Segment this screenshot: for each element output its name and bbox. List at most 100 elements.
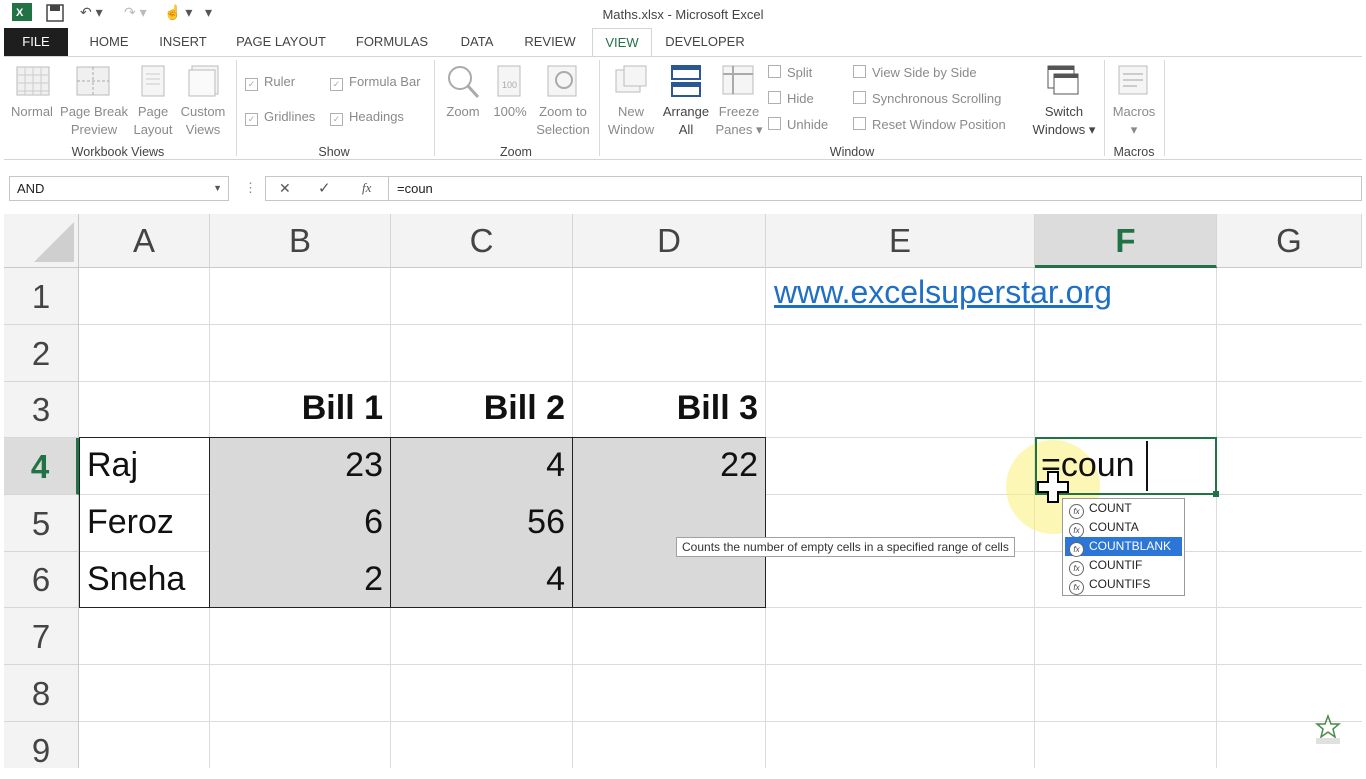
group-macros: Macros (1113, 145, 1155, 159)
title-bar: X ↶ ▾ ↷ ▾ ☝ ▾ ▾ Maths.xlsx - Microsoft E… (0, 0, 1366, 28)
formula-bar-checkbox[interactable]: ✓ Formula Bar (330, 73, 421, 91)
ruler-checkbox[interactable]: ✓ Ruler (245, 73, 295, 91)
group-window: Window (829, 145, 875, 159)
chevron-down-icon[interactable]: ▼ (213, 177, 222, 200)
formula-divider (388, 176, 389, 201)
tab-view[interactable]: VIEW (592, 28, 652, 57)
select-all-corner[interactable] (4, 214, 79, 268)
row-header-3[interactable]: 3 (4, 382, 79, 438)
column-header-a[interactable]: A (79, 214, 210, 268)
more-options-icon[interactable]: ⋮ (244, 180, 257, 196)
macros-icon (1118, 65, 1148, 95)
unhide-button[interactable]: Unhide (768, 116, 828, 134)
arrange-all-icon (671, 65, 701, 97)
row-header-4[interactable]: 4 (4, 438, 79, 495)
tab-home[interactable]: HOME (80, 28, 138, 56)
value-cell[interactable]: 23 (210, 446, 391, 485)
autocomplete-item[interactable]: fx COUNTIF (1065, 556, 1182, 576)
column-header-g[interactable]: G (1217, 214, 1362, 268)
hyperlink-cell[interactable]: www.excelsuperstar.org (766, 274, 1120, 311)
insert-function-icon[interactable]: fx (362, 180, 371, 196)
split-button[interactable]: Split (768, 64, 812, 82)
window-title: Maths.xlsx - Microsoft Excel (602, 7, 764, 22)
reset-window-position-button[interactable]: Reset Window Position (853, 116, 1006, 134)
gridlines-checkbox[interactable]: ✓ Gridlines (245, 108, 315, 126)
gridline (79, 664, 1362, 665)
value-cell[interactable]: 56 (391, 503, 573, 542)
gridline (79, 324, 1362, 325)
zoom-to-selection-button[interactable]: Zoom to Selection (532, 103, 594, 139)
column-header-c[interactable]: C (391, 214, 573, 268)
fill-handle[interactable] (1213, 491, 1219, 497)
formula-input[interactable]: =coun (397, 181, 433, 196)
tab-developer[interactable]: DEVELOPER (660, 28, 750, 56)
headings-checkbox[interactable]: ✓ Headings (330, 108, 404, 126)
row-header-8[interactable]: 8 (4, 665, 79, 722)
header-cell-bill-3[interactable]: Bill 3 (573, 389, 766, 428)
synchronous-scrolling-button[interactable]: Synchronous Scrolling (853, 90, 1001, 108)
autocomplete-item[interactable]: fx COUNTA (1065, 518, 1182, 538)
hide-icon (768, 91, 781, 104)
custom-views-button[interactable]: Custom Views (176, 103, 230, 139)
new-window-button[interactable]: New Window (604, 103, 658, 139)
tab-data[interactable]: DATA (450, 28, 504, 56)
autocomplete-item[interactable]: fx COUNT (1065, 499, 1182, 519)
view-side-by-side-button[interactable]: View Side by Side (853, 64, 977, 82)
zoom-100-icon: 100 (497, 65, 521, 97)
function-icon: fx (1069, 504, 1084, 519)
page-layout-button[interactable]: Page Layout (132, 103, 174, 139)
zoom-button[interactable]: Zoom (440, 103, 486, 121)
normal-view-icon (16, 66, 50, 96)
value-cell[interactable]: 2 (210, 560, 391, 599)
zoom-100-button[interactable]: 100% (490, 103, 530, 121)
name-cell[interactable]: Sneha (79, 560, 210, 599)
formula-input-area[interactable]: ✕ ✓ fx =coun (265, 176, 1362, 201)
row-header-1[interactable]: 1 (4, 268, 79, 325)
column-header-e[interactable]: E (766, 214, 1035, 268)
name-cell[interactable]: Feroz (79, 503, 210, 542)
hide-button[interactable]: Hide (768, 90, 814, 108)
normal-view-button[interactable]: Normal (8, 103, 56, 121)
row-header-6[interactable]: 6 (4, 552, 79, 608)
value-cell[interactable]: 22 (573, 446, 766, 485)
sync-scroll-icon (853, 91, 866, 104)
tab-file[interactable]: FILE (4, 28, 68, 56)
autocomplete-item-selected[interactable]: fx COUNTBLANK (1065, 537, 1182, 557)
macros-button[interactable]: Macros ▾ (1108, 103, 1160, 139)
row-header-7[interactable]: 7 (4, 608, 79, 665)
freeze-panes-icon (722, 65, 754, 95)
gridline (79, 721, 1362, 722)
autocomplete-item[interactable]: fx COUNTIFS (1065, 575, 1182, 595)
column-header-f[interactable]: F (1035, 214, 1217, 268)
header-cell-bill-2[interactable]: Bill 2 (391, 389, 573, 428)
value-cell[interactable]: 4 (391, 560, 573, 599)
row-header-5[interactable]: 5 (4, 495, 79, 552)
split-icon (768, 65, 781, 78)
column-header-d[interactable]: D (573, 214, 766, 268)
function-tooltip: Counts the number of empty cells in a sp… (676, 537, 1015, 557)
value-cell[interactable]: 6 (210, 503, 391, 542)
switch-windows-button[interactable]: Switch Windows ▾ (1030, 103, 1098, 139)
column-header-b[interactable]: B (210, 214, 391, 268)
name-cell[interactable]: Raj (79, 446, 210, 485)
arrange-all-button[interactable]: Arrange All (660, 103, 712, 139)
tab-page-layout[interactable]: PAGE LAYOUT (228, 28, 334, 56)
tab-insert[interactable]: INSERT (152, 28, 214, 56)
enter-icon[interactable]: ✓ (318, 179, 331, 197)
unhide-icon (768, 117, 781, 130)
header-cell-bill-1[interactable]: Bill 1 (210, 389, 391, 428)
text-cursor (1146, 441, 1148, 491)
cancel-icon[interactable]: ✕ (279, 180, 291, 197)
row-header-2[interactable]: 2 (4, 325, 79, 382)
zoom-selection-icon (547, 65, 577, 97)
ribbon-divider (1164, 60, 1165, 156)
tab-formulas[interactable]: FORMULAS (348, 28, 436, 56)
ribbon-tabs: FILE HOME INSERT PAGE LAYOUT FORMULAS DA… (0, 28, 1366, 57)
row-header-9[interactable]: 9 (4, 722, 79, 769)
page-break-preview-button[interactable]: Page Break Preview (58, 103, 130, 139)
name-box[interactable]: AND ▼ (9, 176, 229, 201)
freeze-panes-button[interactable]: Freeze Panes ▾ (712, 103, 766, 139)
value-cell[interactable]: 4 (391, 446, 573, 485)
gridline (1216, 268, 1217, 768)
tab-review[interactable]: REVIEW (518, 28, 582, 56)
